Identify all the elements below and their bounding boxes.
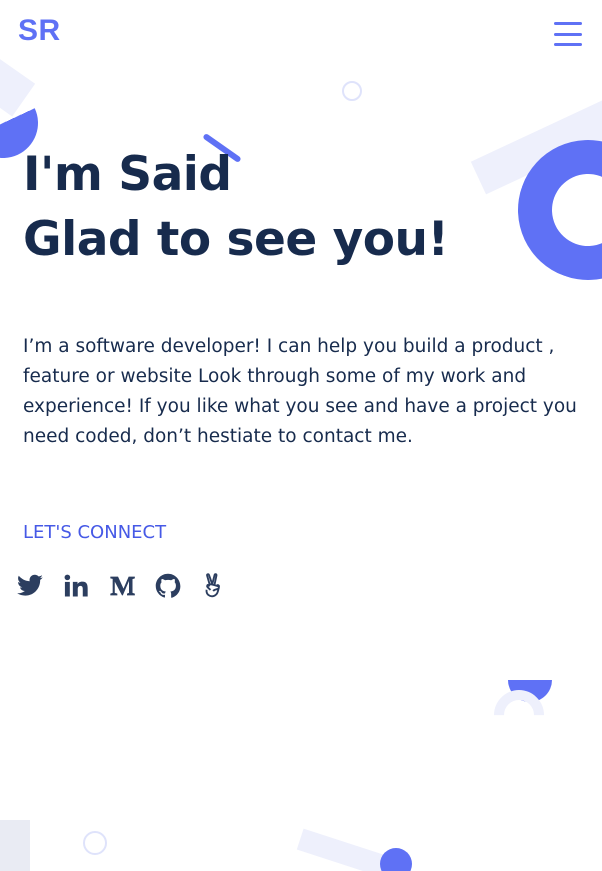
decor-band-bottom bbox=[296, 828, 390, 871]
github-icon[interactable] bbox=[154, 571, 182, 601]
hero-title-line1: I'm Said bbox=[23, 147, 232, 202]
decor-dot-bottom bbox=[380, 848, 412, 871]
intro-paragraph: I’m a software developer! I can help you… bbox=[23, 336, 577, 447]
medium-icon[interactable] bbox=[108, 571, 136, 601]
hero-title-line2: Glad to see you! bbox=[23, 212, 449, 267]
menu-bar bbox=[554, 43, 582, 46]
decor-ring-top bbox=[342, 81, 362, 101]
social-links bbox=[16, 571, 228, 601]
hamburger-menu-icon[interactable] bbox=[554, 22, 582, 46]
lets-connect-link[interactable]: LET'S CONNECT bbox=[23, 522, 166, 543]
decor-ring-bottom bbox=[83, 831, 107, 855]
decor-corner-bottom bbox=[0, 820, 30, 871]
linkedin-icon[interactable] bbox=[62, 571, 90, 601]
hero-title: I'm Said Glad to see you! bbox=[23, 142, 449, 272]
menu-bar bbox=[554, 32, 582, 36]
angellist-icon[interactable] bbox=[200, 571, 228, 601]
logo[interactable]: SR bbox=[18, 14, 61, 48]
twitter-icon[interactable] bbox=[16, 571, 44, 601]
menu-bar bbox=[554, 22, 582, 25]
